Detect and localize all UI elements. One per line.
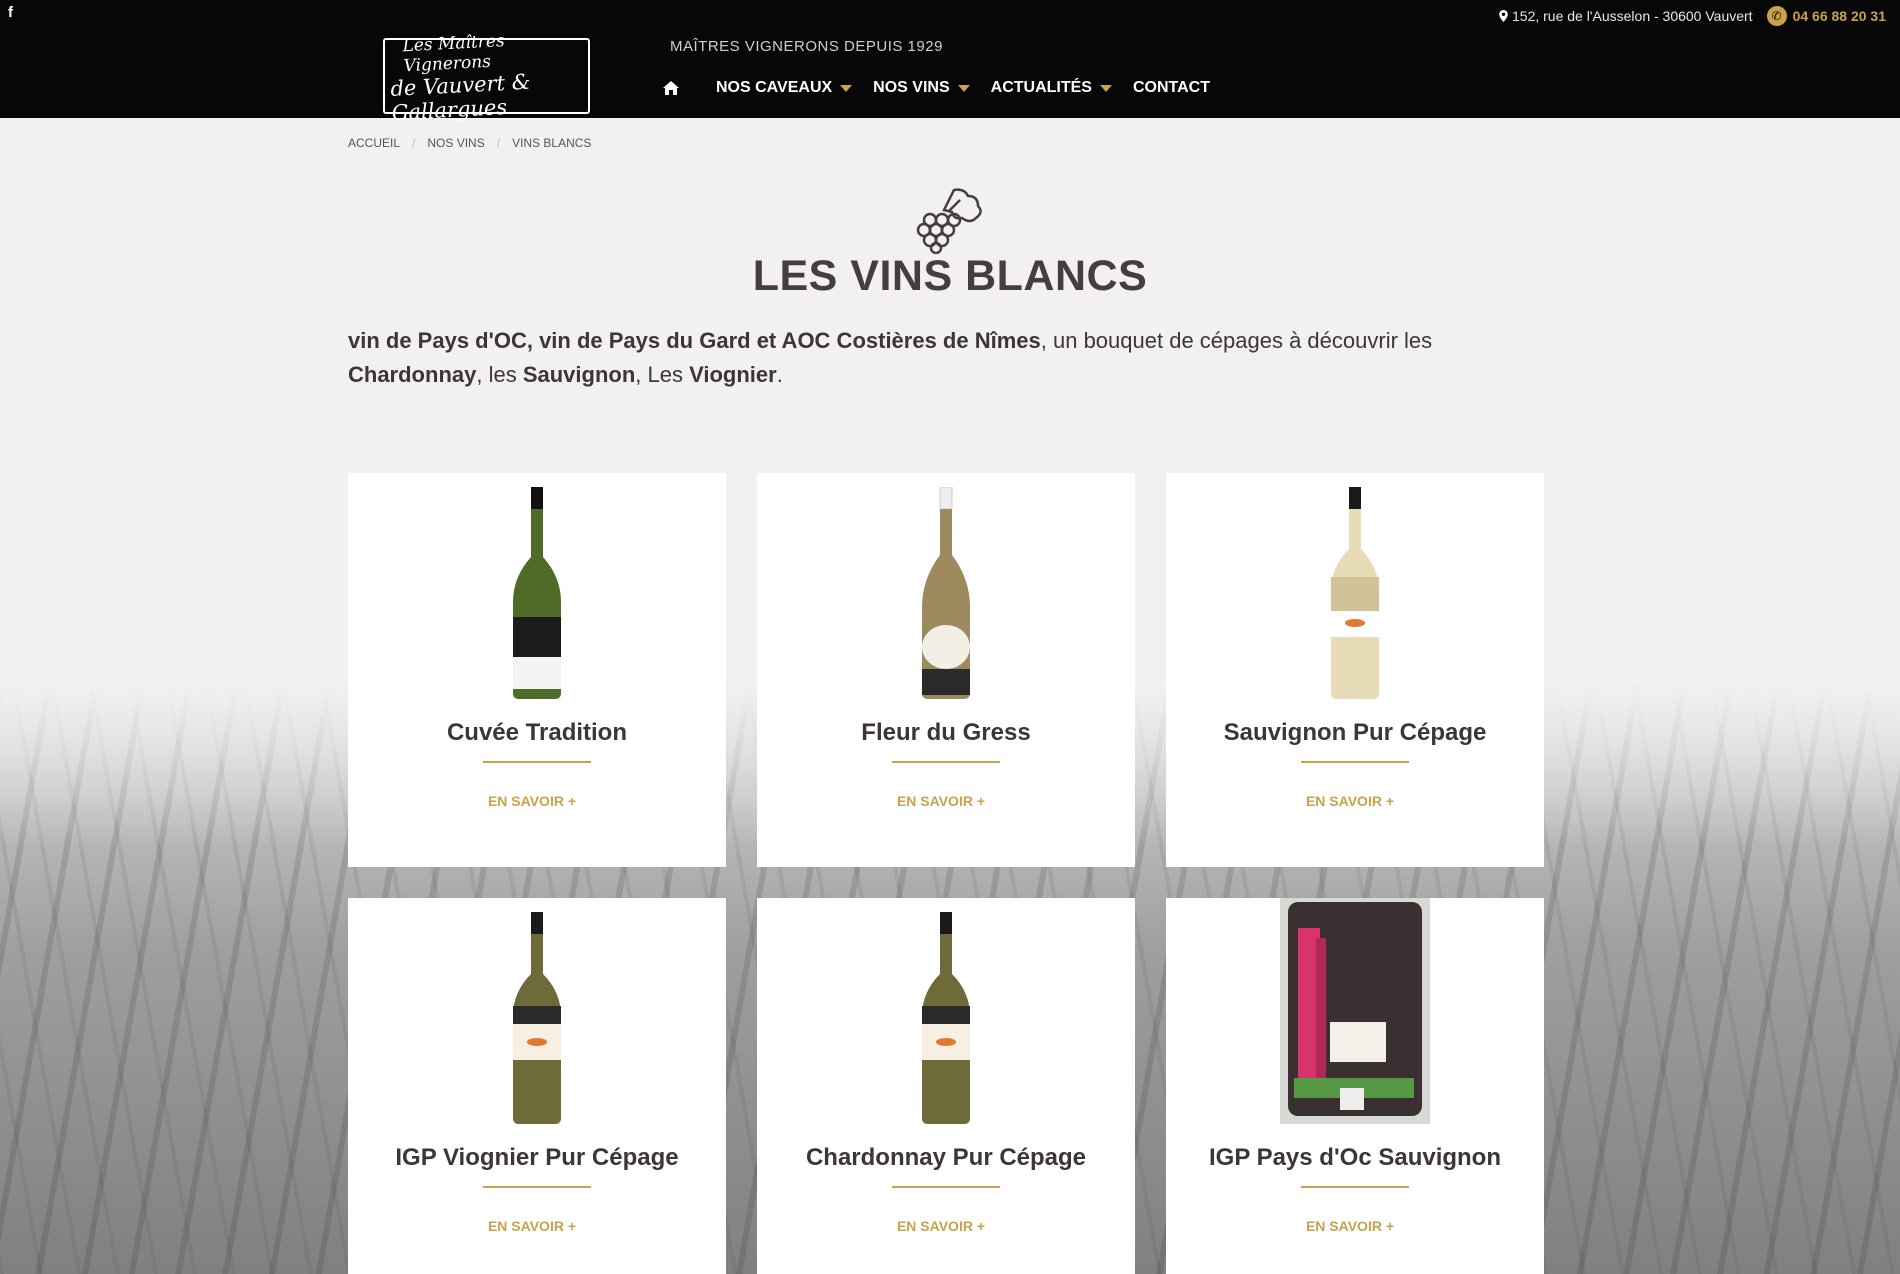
nav-item-nos-caveaux[interactable]: NOS CAVEAUX [716,79,853,97]
nav-label: NOS VINS [873,79,950,96]
nav-label: NOS CAVEAUX [716,79,833,96]
product-name[interactable]: Cuvée Tradition [447,719,627,747]
intro-sauvignon: Sauvignon [522,362,636,387]
page-title: LES VINS BLANCS [752,252,1148,300]
header-contact: 152, rue de l'Ausselon - 30600 Vauvert ✆… [1499,6,1886,26]
intro-viognier: Viognier [689,362,777,387]
intro-text-segment: . [776,362,783,387]
breadcrumb-current: VINS BLANCS [512,136,592,150]
bottle-image[interactable] [871,487,1021,699]
bag-in-box-image[interactable] [1280,898,1430,1124]
bottle-image[interactable] [871,912,1021,1124]
product-card[interactable]: Fleur du Gress EN SAVOIR + [757,473,1135,867]
intro-appellations: vin de Pays d'OC, vin de Pays du Gard et… [348,328,1041,353]
home-icon[interactable] [663,79,681,97]
product-name[interactable]: IGP Pays d'Oc Sauvignon [1209,1144,1501,1172]
product-name[interactable]: Sauvignon Pur Cépage [1224,719,1487,747]
product-card[interactable]: Cuvée Tradition EN SAVOIR + [348,473,726,867]
divider [483,1186,591,1188]
caret-down-icon [957,84,970,92]
breadcrumb-nos-vins[interactable]: NOS VINS [427,136,484,150]
product-name[interactable]: IGP Viognier Pur Cépage [395,1144,678,1172]
nav-item-nos-vins[interactable]: NOS VINS [873,79,970,97]
nav-item-actualites[interactable]: ACTUALITÉS [991,79,1112,97]
logo-line-2: de Vauvert & Gallargues [389,69,531,125]
en-savoir-plus-link[interactable]: EN SAVOIR + [897,1218,985,1234]
product-card[interactable]: Sauvignon Pur Cépage EN SAVOIR + [1166,473,1544,867]
en-savoir-plus-link[interactable]: EN SAVOIR + [488,793,576,809]
bottle-image[interactable] [462,912,612,1124]
product-name[interactable]: Chardonnay Pur Cépage [806,1144,1086,1172]
product-card[interactable]: IGP Pays d'Oc Sauvignon EN SAVOIR + [1166,898,1544,1274]
divider [1301,1186,1409,1188]
intro-text-segment: , un bouquet de cépages à découvrir les [1040,328,1433,353]
site-logo[interactable]: Les Maîtres Vignerons de Vauvert & Galla… [383,31,590,125]
intro-text: vin de Pays d'OC, vin de Pays du Gard et… [348,324,1548,392]
divider [892,1186,1000,1188]
caret-down-icon [840,84,853,92]
address-text: 152, rue de l'Ausselon - 30600 Vauvert [1512,8,1753,24]
grape-icon [916,188,982,254]
divider [483,761,591,763]
bottle-image[interactable] [462,487,612,699]
breadcrumb-accueil[interactable]: ACCUEIL [348,136,400,150]
main-nav: NOS CAVEAUX NOS VINS ACTUALITÉS CONTACT [663,76,1231,100]
en-savoir-plus-link[interactable]: EN SAVOIR + [1306,1218,1394,1234]
intro-text-segment: , Les [635,362,690,387]
breadcrumb-separator: / [412,136,416,150]
nav-item-contact[interactable]: CONTACT [1133,79,1210,97]
tagline: MAÎTRES VIGNERONS DEPUIS 1929 [670,38,943,55]
en-savoir-plus-link[interactable]: EN SAVOIR + [1306,793,1394,809]
intro-chardonnay: Chardonnay [348,362,477,387]
product-name[interactable]: Fleur du Gress [861,719,1030,747]
breadcrumb: ACCUEIL / NOS VINS / VINS BLANCS [348,136,591,150]
en-savoir-plus-link[interactable]: EN SAVOIR + [897,793,985,809]
address: 152, rue de l'Ausselon - 30600 Vauvert [1499,8,1753,24]
phone-number: 04 66 88 20 31 [1792,8,1886,24]
phone-link[interactable]: ✆ 04 66 88 20 31 [1766,6,1886,26]
product-grid: Cuvée Tradition EN SAVOIR + Fleur du Gre… [348,473,1546,1274]
en-savoir-plus-link[interactable]: EN SAVOIR + [488,1218,576,1234]
site-header: f 152, rue de l'Ausselon - 30600 Vauvert… [0,0,1900,125]
product-card[interactable]: Chardonnay Pur Cépage EN SAVOIR + [757,898,1135,1274]
intro-text-segment: , les [476,362,523,387]
phone-icon: ✆ [1766,6,1787,26]
map-pin-icon [1499,10,1508,22]
nav-label: CONTACT [1132,79,1210,96]
bottle-image[interactable] [1280,487,1430,699]
product-card[interactable]: IGP Viognier Pur Cépage EN SAVOIR + [348,898,726,1274]
breadcrumb-separator: / [496,136,501,150]
caret-down-icon [1099,84,1112,92]
nav-label: ACTUALITÉS [990,79,1092,96]
facebook-icon[interactable]: f [8,4,13,21]
divider [892,761,1000,763]
divider [1301,761,1409,763]
